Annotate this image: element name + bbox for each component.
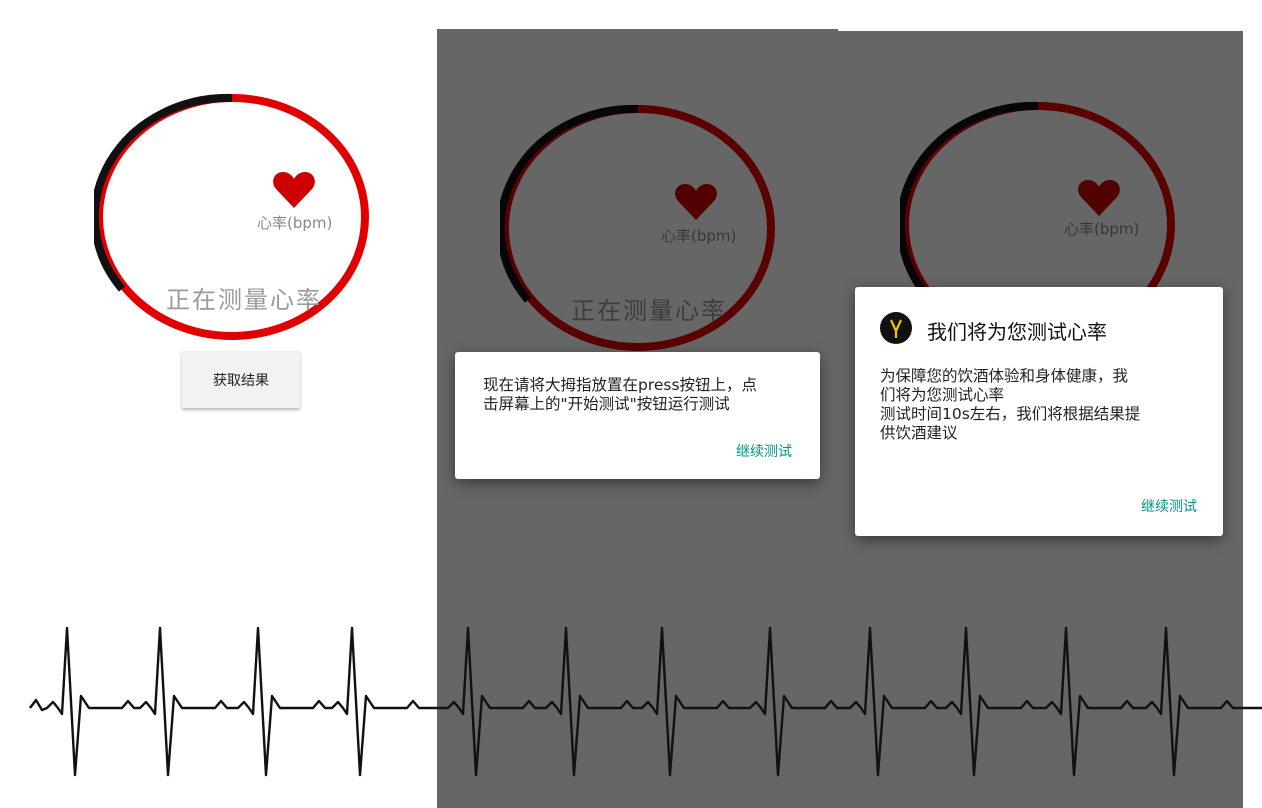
heart-icon [273, 172, 315, 208]
measuring-status-text: 正在测量心率 [166, 286, 322, 314]
continue-test-button[interactable]: 继续测试 [736, 441, 792, 461]
heart-rate-unit-label: 心率(bpm) [257, 214, 333, 232]
ecg-waveform [29, 626, 1262, 777]
instruction-dialog-message: 现在请将大拇指放置在press按钮上，点 击屏幕上的"开始测试"按钮运行测试 [483, 376, 758, 413]
instruction-dialog: 现在请将大拇指放置在press按钮上，点 击屏幕上的"开始测试"按钮运行测试 继… [455, 352, 820, 479]
app-logo-icon [880, 312, 912, 344]
get-result-button[interactable]: 获取结果 [182, 351, 300, 408]
intro-dialog-message: 为保障您的饮酒体验和身体健康，我 们将为您测试心率 测试时间10s左右，我们将根… [880, 367, 1141, 442]
continue-test-button[interactable]: 继续测试 [1141, 496, 1197, 516]
intro-dialog: 我们将为您测试心率 为保障您的饮酒体验和身体健康，我 们将为您测试心率 测试时间… [855, 287, 1223, 536]
ecg-line [29, 626, 1262, 777]
intro-dialog-title: 我们将为您测试心率 [927, 320, 1107, 344]
